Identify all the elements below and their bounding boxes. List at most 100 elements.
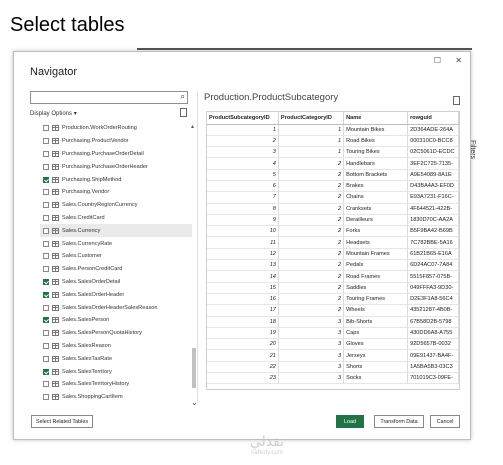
table-list-item[interactable]: Purchasing.PurchaseOrderDetail [40,148,192,161]
table-cell: Touring Bikes [343,146,409,159]
table-cell: 14 [207,270,279,283]
table-name-label: Sales.SalesTerritoryHistory [62,381,130,388]
table-cell: 3 [278,361,345,374]
table-icon [52,291,59,298]
chevron-down-icon: ▾ [73,111,77,117]
table-checkbox[interactable] [43,317,49,324]
table-list-item[interactable]: Purchasing.ProductVendor [40,135,192,148]
table-name-label: Sales.CountryRegionCurrency [62,202,138,209]
table-row: 13 2 Pedals 6D24AC07-7A84 [207,259,459,272]
table-list-item[interactable]: Sales.CountryRegionCurrency [40,199,192,212]
table-list-item[interactable]: Sales.SalesPerson [40,314,192,327]
table-checkbox[interactable] [43,278,49,285]
table-row: 2 1 Road Bikes 000310C0-BCC8 [207,135,459,148]
watermark-latin: nafezly.com [251,450,283,456]
table-checkbox[interactable] [43,189,49,196]
scrollbar-thumb[interactable] [192,348,196,388]
table-icon [52,342,59,349]
column-header[interactable]: rowguid [407,112,459,125]
table-cell: Jerseys [343,349,409,362]
scroll-up-icon[interactable]: ▴ [191,123,194,130]
table-cell: 20 [207,338,279,351]
table-checkbox[interactable] [43,253,49,260]
display-options-dropdown[interactable]: Display Options ▾ [30,110,77,117]
table-cell: Forks [343,225,409,238]
preview-options-icon[interactable] [453,96,460,105]
table-list-item[interactable]: Purchasing.PurchaseOrderHeader [40,160,192,173]
table-list-item[interactable]: Sales.SalesOrderHeader [40,288,192,301]
table-list-item[interactable]: Sales.SalesTerritory [40,365,192,378]
table-row: 19 3 Caps 430DD6A8-A755 [207,327,459,340]
table-cell: Road Bikes [343,135,409,148]
table-cell: A9E54089-8A1E [407,169,459,181]
table-checkbox[interactable] [43,214,49,221]
table-list-item[interactable]: Purchasing.ShipMethod [40,173,192,186]
table-icon [52,317,59,324]
table-checkbox[interactable] [43,202,49,209]
table-checkbox[interactable] [43,342,49,349]
table-checkbox[interactable] [43,394,49,400]
table-list-item[interactable]: Sales.CurrencyRate [40,237,192,250]
close-icon[interactable]: ✕ [455,56,462,65]
table-cell: 2 [278,169,345,181]
watermark-arabic: نفذلي [249,434,285,450]
table-checkbox[interactable] [43,176,49,183]
column-header[interactable]: ProductCategoryID [278,112,345,125]
search-input[interactable]: ⌕ [30,91,188,104]
table-cell: 16 [207,293,279,306]
table-cell: 3 [278,349,345,362]
table-list-item[interactable]: Production.WorkOrderRouting [40,122,192,135]
table-list-item[interactable]: Sales.SalesOrderHeaderSalesReason [40,301,192,314]
table-icon [52,240,59,247]
table-checkbox[interactable] [43,291,49,298]
column-header[interactable]: Name [343,112,409,125]
table-list-item[interactable]: Sales.CreditCard [40,212,192,225]
load-button[interactable]: Load [336,415,364,428]
table-list-item[interactable]: Sales.SalesOrderDetail [40,276,192,289]
transform-data-button[interactable]: Transform Data [374,415,424,428]
table-list-item[interactable]: Sales.ShoppingCartItem [40,391,192,400]
table-checkbox[interactable] [43,138,49,145]
table-row: 15 2 Saddles 049FFFA3-9D30- [207,282,459,294]
column-header[interactable]: ProductSubcategoryID [207,112,279,125]
table-cell: D43BA4A3-EF0D [407,180,459,193]
table-cell: Wheels [343,304,409,317]
table-checkbox[interactable] [43,163,49,170]
table-icon [52,150,59,157]
cancel-button[interactable]: Cancel [430,415,460,428]
table-checkbox[interactable] [43,150,49,157]
table-row: 11 2 Headsets 7C782BBE-5A16 [207,236,459,249]
search-icon[interactable]: ⌕ [181,92,185,102]
table-cell: 43521287-4B0B- [407,304,459,317]
table-list-item[interactable]: Sales.SalesTerritoryHistory [40,378,192,391]
table-checkbox[interactable] [43,304,49,311]
table-list-item[interactable]: Purchasing.Vendor [40,186,192,199]
table-list-item[interactable]: Sales.PersonCreditCard [40,263,192,276]
table-checkbox[interactable] [43,330,49,337]
table-checkbox[interactable] [43,381,49,388]
table-checkbox[interactable] [43,125,49,132]
table-list-item[interactable]: Sales.SalesReason [40,340,192,353]
table-cell: 2 [278,236,345,249]
table-checkbox[interactable] [43,368,49,375]
table-checkbox[interactable] [43,355,49,362]
table-row: 6 2 Brakes D43BA4A3-EF0D [207,180,459,193]
select-related-tables-button[interactable]: Select Related Tables [31,415,93,428]
table-icon [52,266,59,273]
refresh-file-icon[interactable] [180,108,187,117]
table-list: Production.WorkOrderRouting Purchasing.Pr… [40,122,192,400]
table-checkbox[interactable] [43,227,49,234]
table-checkbox[interactable] [43,240,49,247]
table-list-item[interactable]: Sales.SalesPersonQuotaHistory [40,327,192,340]
table-cell: 23 [207,372,279,385]
table-checkbox[interactable] [43,266,49,273]
table-name-label: Sales.SalesTerritory [62,368,112,375]
table-list-item[interactable]: Sales.Currency [40,224,192,238]
display-options-label: Display Options [30,111,73,117]
table-cell: 4 [207,157,279,170]
table-list-item[interactable]: Sales.Customer [40,250,192,263]
table-cell: 5 [207,169,279,181]
restore-icon[interactable]: ☐ [434,56,441,65]
table-list-item[interactable]: Sales.SalesTaxRate [40,352,192,365]
table-cell: Chains [343,191,409,204]
